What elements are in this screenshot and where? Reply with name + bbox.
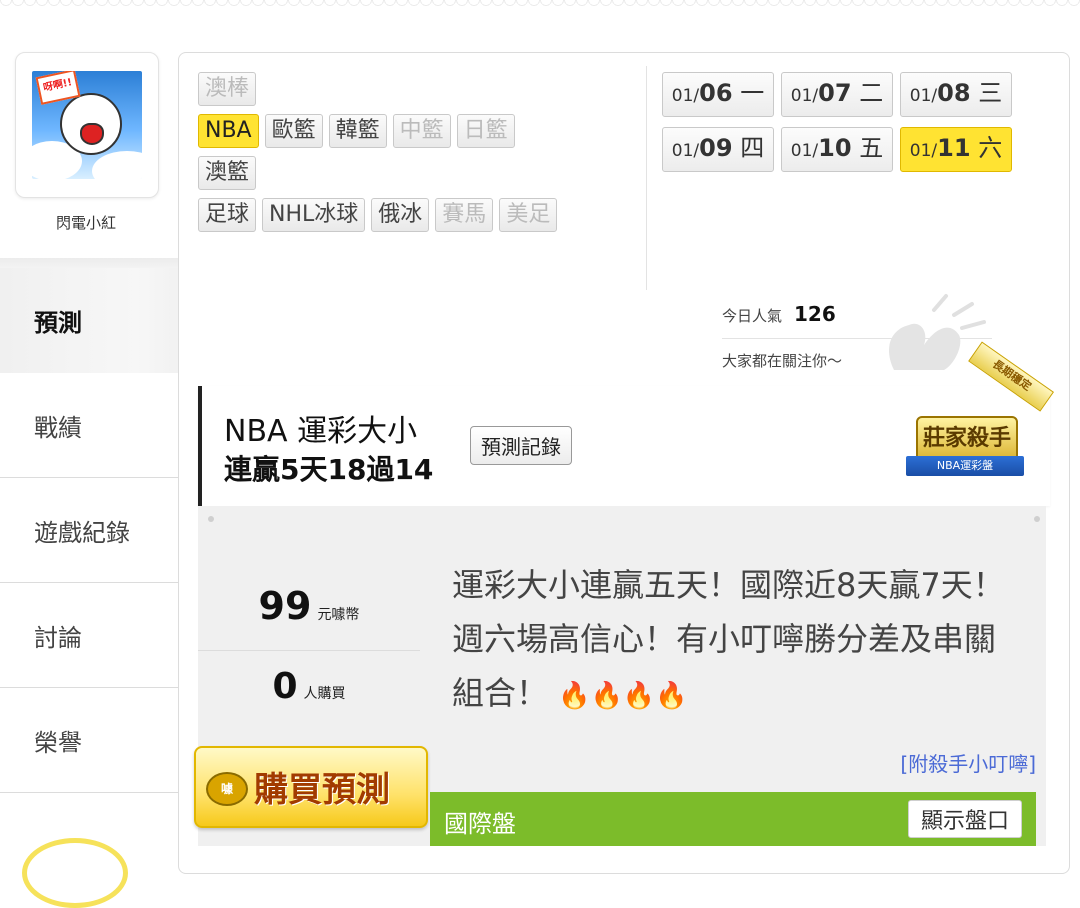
sport-chip-china-basketball: 中籃 <box>392 114 451 148</box>
date-chip[interactable]: 01/07 二 <box>781 72 893 117</box>
offer-description-text: 運彩大小連贏五天！國際近8天贏7天！週六場高信心！有小叮嚀勝分差及串關組合！ <box>452 566 1005 712</box>
badge-shield: 莊家殺手 NBA運彩盤 <box>906 416 1024 482</box>
attachment-link[interactable]: [附殺手小叮嚀] <box>900 748 1036 777</box>
sport-chip-aus-basketball[interactable]: 澳籃 <box>198 156 257 190</box>
market-header: 國際盤 顯示盤口 <box>430 792 1036 846</box>
fire-icon: 🔥🔥🔥🔥 <box>558 681 688 711</box>
coin-icon: 噱 <box>206 772 248 806</box>
cloud-shape <box>92 151 142 179</box>
buyer-count-unit: 人購買 <box>303 686 346 702</box>
decorative-dot <box>208 516 214 522</box>
decorative-wave-border <box>0 0 1080 14</box>
buyer-count-value: 0 <box>272 666 298 707</box>
sport-chip-horse-racing: 賽馬 <box>435 198 494 232</box>
date-chip[interactable]: 01/09 四 <box>662 127 774 172</box>
decorative-dot <box>1034 516 1040 522</box>
sport-chip-aus-baseball: 澳棒 <box>198 72 257 106</box>
sidebar-item-game-history[interactable]: 遊戲紀錄 <box>0 478 196 583</box>
popularity: 今日人氣 126 <box>722 302 836 326</box>
date-chip[interactable]: 01/06 一 <box>662 72 774 117</box>
date-chip[interactable]: 01/08 三 <box>900 72 1012 117</box>
avatar: 呀啊!! <box>32 71 142 179</box>
popularity-value: 126 <box>794 302 836 326</box>
divider <box>198 650 420 651</box>
sidebar-item-discussion[interactable]: 討論 <box>0 583 196 688</box>
sport-chip-russia-hockey[interactable]: 俄冰 <box>371 198 430 232</box>
buy-prediction-label: 購買預測 <box>254 770 390 810</box>
prediction-history-button[interactable]: 預測記錄 <box>470 426 572 465</box>
sidebar-nav: 預測 戰績 遊戲紀錄 討論 榮譽 <box>0 268 196 793</box>
show-odds-button[interactable]: 顯示盤口 <box>907 800 1022 838</box>
price-unit: 元噱幣 <box>317 607 360 623</box>
date-chip[interactable]: 01/10 五 <box>781 127 893 172</box>
offer-description: 運彩大小連贏五天！國際近8天贏7天！週六場高信心！有小叮嚀勝分差及串關組合！ 🔥… <box>452 558 1012 723</box>
sport-chip-soccer[interactable]: 足球 <box>198 198 257 232</box>
prediction-streak: 連贏5天18過14 <box>224 453 434 486</box>
sport-chip-nba[interactable]: NBA <box>198 114 259 148</box>
badge-band: NBA運彩盤 <box>906 456 1024 476</box>
buy-prediction-button[interactable]: 噱 購買預測 <box>194 746 428 828</box>
sport-chip-japan-basketball: 日籃 <box>456 114 515 148</box>
sport-filter: 澳棒 NBA 歐籃 韓籃 中籃 日籃 澳籃 足球 NHL冰球 俄冰 賽馬 美足 <box>198 72 648 240</box>
decorative-circle <box>22 838 128 908</box>
popularity-label: 今日人氣 <box>722 307 783 325</box>
market-label: 國際盤 <box>444 810 516 838</box>
character-face <box>60 93 122 155</box>
sport-row: 足球 NHL冰球 俄冰 賽馬 美足 <box>198 198 648 240</box>
sport-chip-american-football: 美足 <box>499 198 558 232</box>
date-chip-selected[interactable]: 01/11 六 <box>900 127 1012 172</box>
prediction-header: NBA 運彩大小 連贏5天18過14 預測記錄 長期穩定 莊家殺手 NBA運彩盤 <box>198 341 1054 506</box>
sport-row: 澳籃 <box>198 156 648 198</box>
avatar-card[interactable]: 呀啊!! <box>15 52 159 198</box>
price: 99 元噱幣 <box>198 584 420 628</box>
offer-panel: 99 元噱幣 0 人購買 運彩大小連贏五天！國際近8天贏7天！週六場高信心！有小叮嚀… <box>194 506 1046 846</box>
sport-chip-euro-basketball[interactable]: 歐籃 <box>264 114 323 148</box>
sport-chip-nhl[interactable]: NHL冰球 <box>262 198 366 232</box>
divider <box>646 66 647 290</box>
popularity-subtext: 大家都在關注你～ <box>722 352 843 370</box>
username[interactable]: 閃電小紅 <box>0 212 172 233</box>
price-value: 99 <box>258 584 312 628</box>
buyer-count: 0 人購買 <box>198 666 420 707</box>
sidebar-item-prediction[interactable]: 預測 <box>0 268 196 373</box>
date-selector: 01/06 一 01/07 二 01/08 三 01/09 四 01/10 五 01/1… <box>662 72 1062 182</box>
achievement-badge: 長期穩定 莊家殺手 NBA運彩盤 <box>902 341 1054 496</box>
character-mouth <box>80 123 104 145</box>
sport-row: NBA 歐籃 韓籃 中籃 日籃 <box>198 114 648 156</box>
sport-chip-korea-basketball[interactable]: 韓籃 <box>328 114 387 148</box>
sidebar-item-record[interactable]: 戰績 <box>0 373 196 478</box>
sidebar-item-honors[interactable]: 榮譽 <box>0 688 196 793</box>
prediction-title: NBA 運彩大小 <box>224 414 418 449</box>
sport-row: 澳棒 <box>198 72 648 114</box>
